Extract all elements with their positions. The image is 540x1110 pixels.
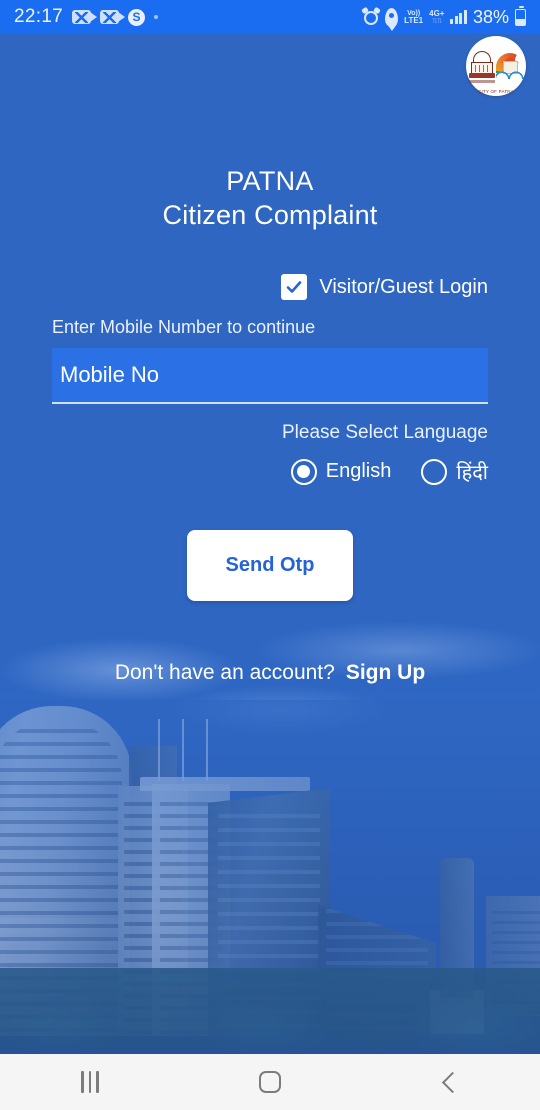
signup-question: Don't have an account?	[114, 661, 335, 684]
page-title-subtitle: Citizen Complaint	[162, 200, 378, 230]
mobile-number-block: Enter Mobile Number to continue	[0, 317, 540, 404]
nav-back-button[interactable]	[360, 1071, 540, 1093]
status-bar-right: Vo)) LTE1 4G+ ⇅⇅ 38%	[361, 5, 526, 28]
video-call-muted-icon	[72, 10, 98, 24]
guest-login-label: Visitor/Guest Login	[319, 275, 488, 298]
nav-home-button[interactable]	[180, 1071, 360, 1093]
mobile-number-label: Enter Mobile Number to continue	[52, 317, 316, 337]
recents-icon	[81, 1071, 99, 1093]
language-option-english[interactable]: English	[290, 458, 392, 485]
status-bar: 22:17 S Vo)) LTE1 4G+ ⇅⇅ 38%	[0, 0, 540, 34]
mobile-number-input-wrapper[interactable]	[52, 348, 488, 404]
signup-link[interactable]: Sign Up	[346, 661, 425, 685]
send-otp-button[interactable]: Send Otp	[187, 530, 353, 601]
volte-indicator: Vo)) LTE1	[404, 10, 423, 25]
network-gen-label: 4G+	[429, 8, 445, 18]
home-icon	[259, 1071, 281, 1093]
guest-login-row[interactable]: Visitor/Guest Login	[0, 274, 540, 300]
mobile-number-input[interactable]	[60, 348, 480, 402]
language-section-label: Please Select Language	[282, 422, 488, 443]
radio-english-icon[interactable]	[290, 458, 317, 485]
language-options: English हिंदी	[0, 458, 540, 485]
android-navigation-bar	[0, 1054, 540, 1110]
nav-recents-button[interactable]	[0, 1071, 180, 1093]
signup-row: Don't have an account? Sign Up	[0, 661, 540, 685]
login-form: PATNA Citizen Complaint Visitor/Guest Lo…	[0, 34, 540, 685]
app-screen: 22:17 S Vo)) LTE1 4G+ ⇅⇅ 38% CITY OF PAT…	[0, 0, 540, 1110]
language-option-hindi-label: हिंदी	[456, 462, 488, 484]
data-arrows-icon: ⇅⇅	[431, 17, 443, 25]
language-option-english-label: English	[325, 460, 392, 482]
page-title-city: PATNA	[226, 166, 314, 196]
video-call-muted-icon	[100, 10, 126, 24]
language-label-row: Please Select Language	[0, 404, 540, 444]
skype-icon: S	[128, 8, 146, 26]
status-bar-clock: 22:17	[14, 6, 64, 27]
guest-login-checkbox[interactable]	[281, 274, 308, 300]
location-pin-icon	[385, 7, 399, 27]
language-option-hindi[interactable]: हिंदी	[421, 458, 488, 485]
signal-bars-icon	[450, 10, 467, 24]
status-bar-left: 22:17 S	[14, 6, 159, 28]
battery-percent-label: 38%	[472, 6, 509, 27]
network-generation-indicator: 4G+ ⇅⇅	[429, 8, 445, 25]
back-icon	[441, 1071, 464, 1093]
background-blue-overlay	[0, 700, 540, 1076]
volte-bottom: LTE1	[404, 15, 424, 25]
battery-icon	[515, 5, 526, 26]
alarm-icon	[361, 6, 382, 25]
radio-hindi-icon[interactable]	[421, 458, 448, 485]
page-title: PATNA Citizen Complaint	[0, 164, 540, 232]
dot-indicator-icon	[154, 15, 159, 19]
send-otp-row: Send Otp	[0, 530, 540, 601]
